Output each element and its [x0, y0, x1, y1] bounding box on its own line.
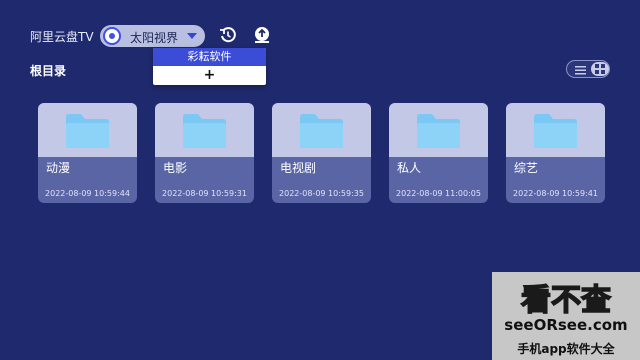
- breadcrumb: 根目录: [30, 64, 67, 78]
- watermark-caption: 手机app软件大全: [517, 342, 615, 356]
- account-name: 太阳视界: [130, 31, 179, 45]
- grid-view-button[interactable]: [591, 62, 609, 76]
- watermark: 看不查 seeORsee.com 手机app软件大全: [492, 272, 640, 360]
- folder-icon: [300, 114, 343, 148]
- folder-name: 私人: [397, 161, 422, 175]
- grid-view-icon: [595, 64, 605, 74]
- list-view-icon[interactable]: [574, 64, 588, 76]
- upload-icon: [255, 27, 269, 43]
- folder-card[interactable]: 综艺 2022-08-09 10:59:41: [506, 103, 605, 203]
- folder-card[interactable]: 电影 2022-08-09 10:59:31: [155, 103, 254, 203]
- history-icon: [220, 27, 236, 43]
- card-thumbnail: [155, 103, 254, 157]
- folder-date: 2022-08-09 11:00:05: [396, 189, 481, 198]
- dropdown-item-account[interactable]: 彩耘软件: [153, 48, 266, 66]
- app-title: 阿里云盘TV: [30, 30, 94, 44]
- account-switcher[interactable]: 太阳视界: [100, 25, 205, 47]
- folder-icon: [534, 114, 577, 148]
- top-bar: 阿里云盘TV 太阳视界: [0, 0, 640, 72]
- account-avatar-icon: [103, 27, 121, 45]
- chevron-down-icon: [187, 33, 197, 39]
- folder-icon: [417, 114, 460, 148]
- folder-date: 2022-08-09 10:59:44: [45, 189, 130, 198]
- folder-date: 2022-08-09 10:59:35: [279, 189, 364, 198]
- folder-date: 2022-08-09 10:59:41: [513, 189, 598, 198]
- add-account-button[interactable]: +: [153, 66, 266, 85]
- folder-icon: [183, 114, 226, 148]
- card-thumbnail: [272, 103, 371, 157]
- card-thumbnail: [506, 103, 605, 157]
- folder-card[interactable]: 动漫 2022-08-09 10:59:44: [38, 103, 137, 203]
- folder-date: 2022-08-09 10:59:31: [162, 189, 247, 198]
- folder-icon: [66, 114, 109, 148]
- folder-card[interactable]: 私人 2022-08-09 11:00:05: [389, 103, 488, 203]
- folder-grid: 动漫 2022-08-09 10:59:44 电影 2022-08-09 10:…: [38, 103, 608, 203]
- upload-button[interactable]: [253, 26, 271, 44]
- account-dropdown: 彩耘软件 +: [153, 48, 266, 85]
- card-thumbnail: [389, 103, 488, 157]
- watermark-url: seeORsee.com: [504, 316, 628, 334]
- folder-name: 动漫: [46, 161, 71, 175]
- view-toggle[interactable]: [566, 60, 610, 78]
- folder-name: 综艺: [514, 161, 539, 175]
- folder-name: 电影: [163, 161, 188, 175]
- folder-card[interactable]: 电视剧 2022-08-09 10:59:35: [272, 103, 371, 203]
- history-button[interactable]: [219, 26, 237, 44]
- folder-name: 电视剧: [280, 161, 317, 175]
- card-thumbnail: [38, 103, 137, 157]
